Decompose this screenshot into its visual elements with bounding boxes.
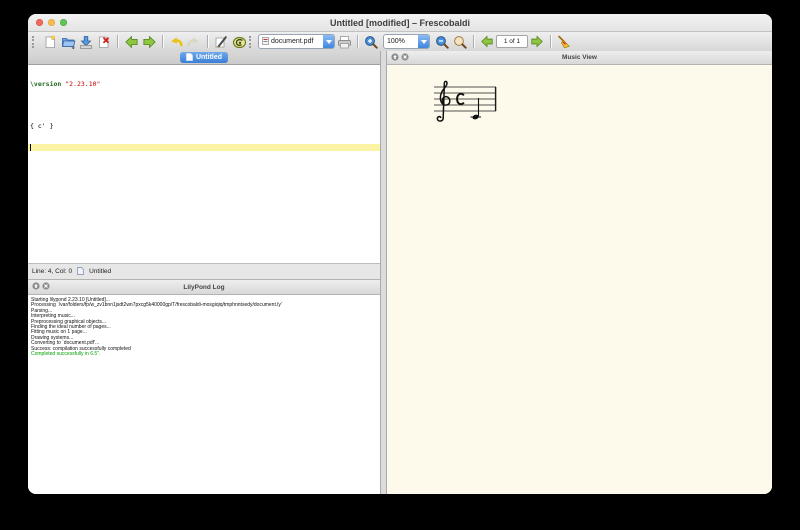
print-music-button[interactable]	[335, 33, 353, 50]
toolbar-separator	[357, 35, 358, 48]
lilypond-log-header: LilyPond Log	[28, 279, 380, 295]
edit-in-place-icon	[214, 35, 228, 49]
desktop: { "window": { "title": "Untitled [modifi…	[0, 0, 800, 530]
quarter-note	[471, 98, 482, 120]
close-document-button[interactable]	[95, 33, 113, 50]
new-document-button[interactable]	[41, 33, 59, 50]
main-area: Untitled \version "2.23.10" { c' } Line:…	[28, 51, 772, 494]
music-view-header: Music View	[387, 51, 772, 65]
zoom-level-selector[interactable]: 100%	[383, 34, 430, 49]
undo-icon	[169, 35, 183, 49]
close-panel-button[interactable]	[401, 53, 409, 63]
redo-button[interactable]	[185, 33, 203, 50]
chevron-down-icon	[323, 35, 334, 48]
code-line-2	[28, 102, 380, 109]
toolbar-separator	[473, 35, 474, 48]
tab-untitled[interactable]: Untitled	[180, 52, 228, 63]
cursor-position-label: Line: 4, Col: 0	[32, 268, 72, 275]
previous-page-button[interactable]	[478, 33, 496, 50]
document-tab-bar: Untitled	[28, 51, 380, 65]
close-document-icon	[97, 35, 111, 49]
log-panel-title: LilyPond Log	[183, 284, 224, 291]
zoom-in-button[interactable]	[362, 33, 380, 50]
go-forward-button[interactable]	[140, 33, 158, 50]
float-panel-button[interactable]	[32, 282, 40, 292]
open-document-button[interactable]	[59, 33, 77, 50]
music-document-value: document.pdf	[271, 38, 317, 45]
toolbar-grip[interactable]	[32, 36, 38, 48]
panel-buttons	[32, 280, 50, 294]
undo-button[interactable]	[167, 33, 185, 50]
vertical-splitter[interactable]	[380, 51, 387, 494]
magnifier-icon	[453, 35, 467, 49]
previous-page-icon	[480, 35, 494, 48]
zoom-level-value: 100%	[387, 38, 409, 45]
current-line-highlight	[28, 144, 380, 151]
minimize-window-button[interactable]	[48, 19, 55, 26]
document-icon	[186, 53, 193, 63]
new-document-icon	[43, 35, 57, 49]
next-page-icon	[530, 35, 544, 48]
editor-status-bar: Line: 4, Col: 0 Untitled	[28, 263, 380, 279]
zoom-in-icon	[364, 35, 378, 49]
zoom-out-button[interactable]	[433, 33, 451, 50]
zoom-out-icon	[435, 35, 449, 49]
page-number-field[interactable]: 1 of 1	[496, 35, 528, 48]
chevron-down-icon	[418, 35, 429, 48]
traffic-lights	[36, 19, 67, 26]
status-document-name: Untitled	[89, 268, 111, 275]
lilypond-log-output[interactable]: Starting lilypond 2.23.10 [Untitled]... …	[28, 295, 380, 494]
score-staff[interactable]	[430, 75, 500, 125]
text-cursor	[30, 144, 31, 151]
go-back-button[interactable]	[122, 33, 140, 50]
go-forward-icon	[142, 35, 157, 49]
toolbar-separator	[117, 35, 118, 48]
tab-label: Untitled	[196, 54, 222, 61]
toolbar-grip[interactable]	[249, 36, 255, 48]
next-page-button[interactable]	[528, 33, 546, 50]
toolbar-separator	[550, 35, 551, 48]
edit-in-place-button[interactable]	[212, 33, 230, 50]
print-icon	[337, 35, 352, 49]
code-editor[interactable]: \version "2.23.10" { c' }	[28, 65, 380, 263]
frescobaldi-window: Untitled [modified] – Frescobaldi	[28, 14, 772, 494]
magnifier-button[interactable]	[451, 33, 469, 50]
engrave-lilypond-button[interactable]	[230, 33, 248, 50]
editor-pane: Untitled \version "2.23.10" { c' } Line:…	[28, 51, 380, 494]
log-success-line: Completed successfully in 6.5".	[31, 352, 380, 357]
window-title: Untitled [modified] – Frescobaldi	[330, 18, 470, 28]
zoom-window-button[interactable]	[60, 19, 67, 26]
panel-buttons	[391, 51, 409, 64]
music-view-pane: Music View	[387, 51, 772, 494]
pdf-mini-icon	[262, 37, 269, 47]
main-toolbar: document.pdf 100% 1 of 1	[28, 32, 772, 52]
save-document-icon	[79, 35, 93, 49]
document-icon	[77, 267, 84, 277]
keyword-token: \version	[30, 80, 65, 88]
string-token: "2.23.10"	[65, 80, 100, 88]
music-view-title: Music View	[562, 54, 597, 61]
engrave-lilypond-icon	[232, 35, 247, 49]
code-line-3: { c' }	[28, 123, 380, 130]
float-panel-button[interactable]	[391, 53, 399, 63]
close-window-button[interactable]	[36, 19, 43, 26]
clear-highlighting-icon	[557, 35, 571, 49]
music-page[interactable]	[387, 65, 772, 494]
open-document-icon	[61, 35, 76, 49]
redo-icon	[187, 35, 201, 49]
save-document-button[interactable]	[77, 33, 95, 50]
code-line-1: \version "2.23.10"	[28, 81, 380, 88]
clear-highlighting-button[interactable]	[555, 33, 573, 50]
toolbar-separator	[162, 35, 163, 48]
music-document-selector[interactable]: document.pdf	[258, 34, 335, 49]
toolbar-separator	[207, 35, 208, 48]
title-bar[interactable]: Untitled [modified] – Frescobaldi	[28, 14, 772, 32]
go-back-icon	[124, 35, 139, 49]
close-panel-button[interactable]	[42, 282, 50, 292]
